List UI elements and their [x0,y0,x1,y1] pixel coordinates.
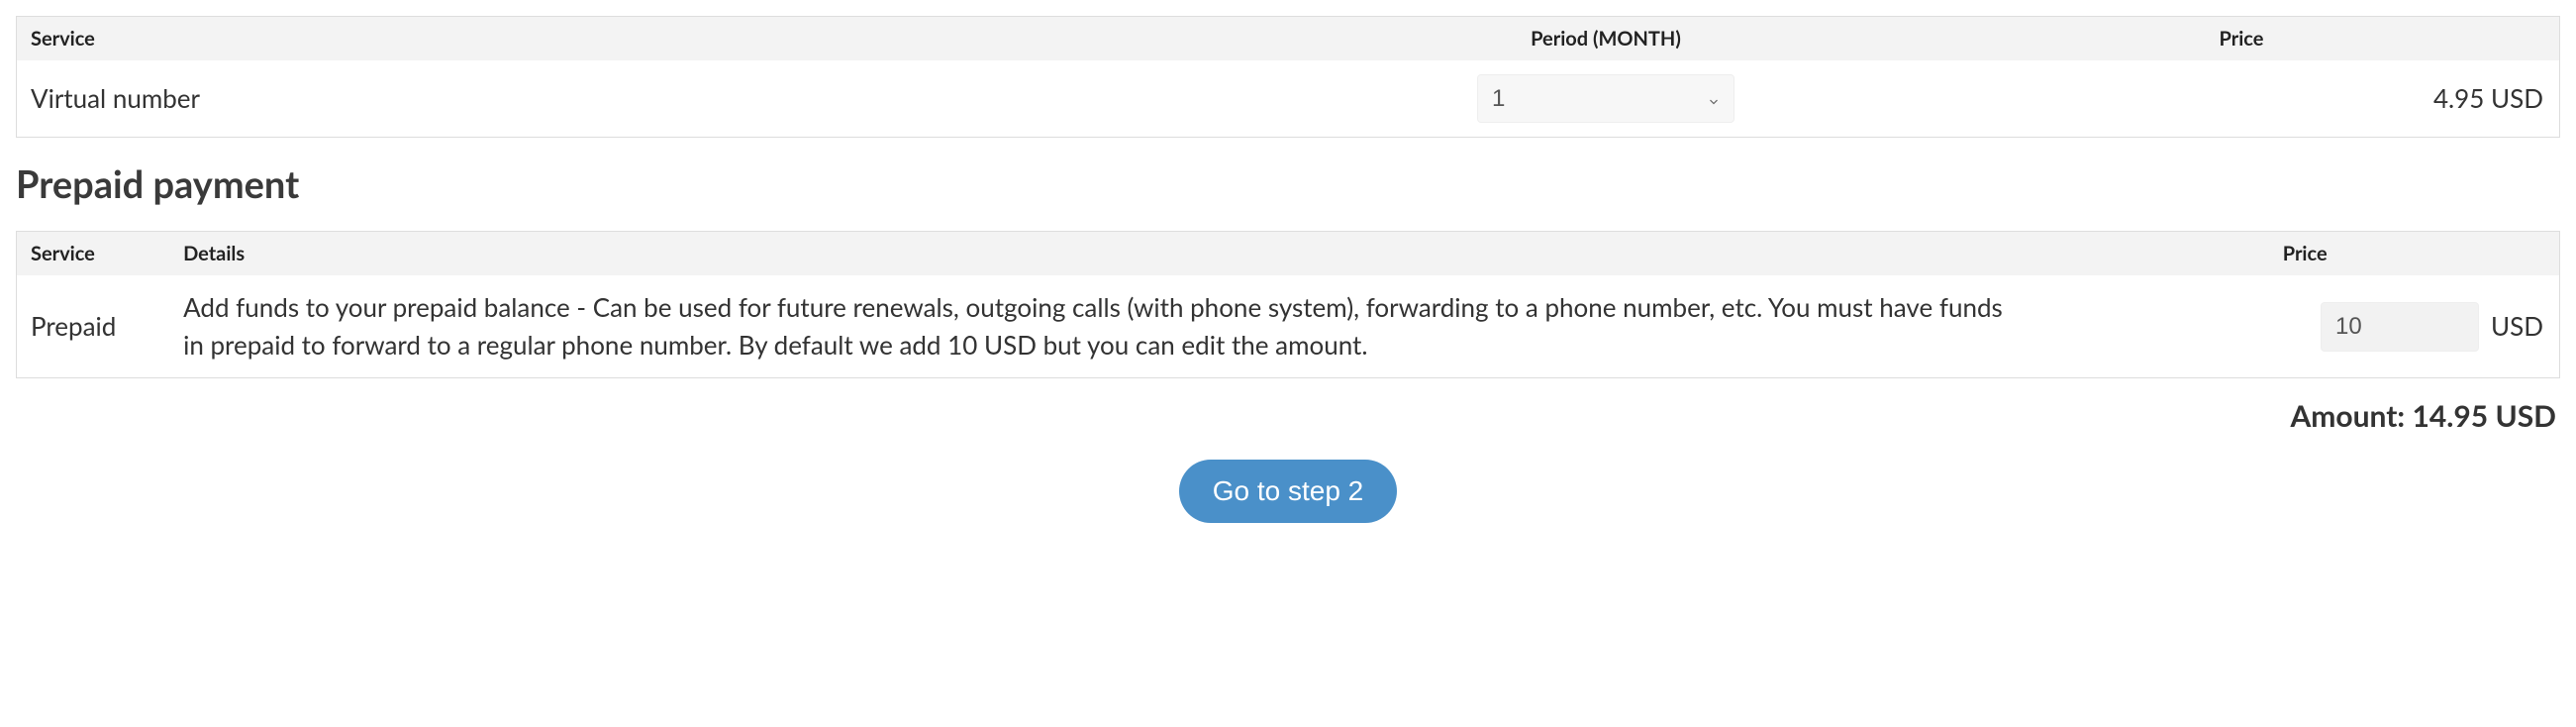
prepaid-details-header: Details [169,232,2050,275]
go-to-step-2-button[interactable]: Go to step 2 [1179,460,1398,523]
period-header: Period (MONTH) [1288,17,1924,60]
prepaid-price-header: Price [2050,232,2559,275]
prepaid-details-cell: Add funds to your prepaid balance - Can … [169,275,2050,377]
price-header: Price [1924,17,2559,60]
prepaid-price-cell: USD [2050,275,2559,377]
prepaid-section-title: Prepaid payment [16,161,2560,207]
service-table: Service Period (MONTH) Price Virtual num… [16,16,2560,138]
table-row: Prepaid Add funds to your prepaid balanc… [17,275,2559,377]
table-row: Virtual number 1 4.95 USD [17,60,2559,137]
period-select[interactable]: 1 [1477,74,1734,123]
amount-value: 14.95 USD [2412,398,2556,434]
prepaid-table: Service Details Price Prepaid Add funds … [16,231,2560,378]
total-amount-line: Amount: 14.95 USD [16,398,2560,434]
period-cell: 1 [1288,60,1924,137]
service-header: Service [17,17,1288,60]
currency-label: USD [2491,308,2543,344]
prepaid-amount-input[interactable] [2321,302,2479,352]
service-name-cell: Virtual number [17,60,1288,137]
price-cell: 4.95 USD [1924,60,2559,137]
amount-label: Amount: [2290,398,2405,434]
prepaid-service-cell: Prepaid [17,275,169,377]
prepaid-service-header: Service [17,232,169,275]
